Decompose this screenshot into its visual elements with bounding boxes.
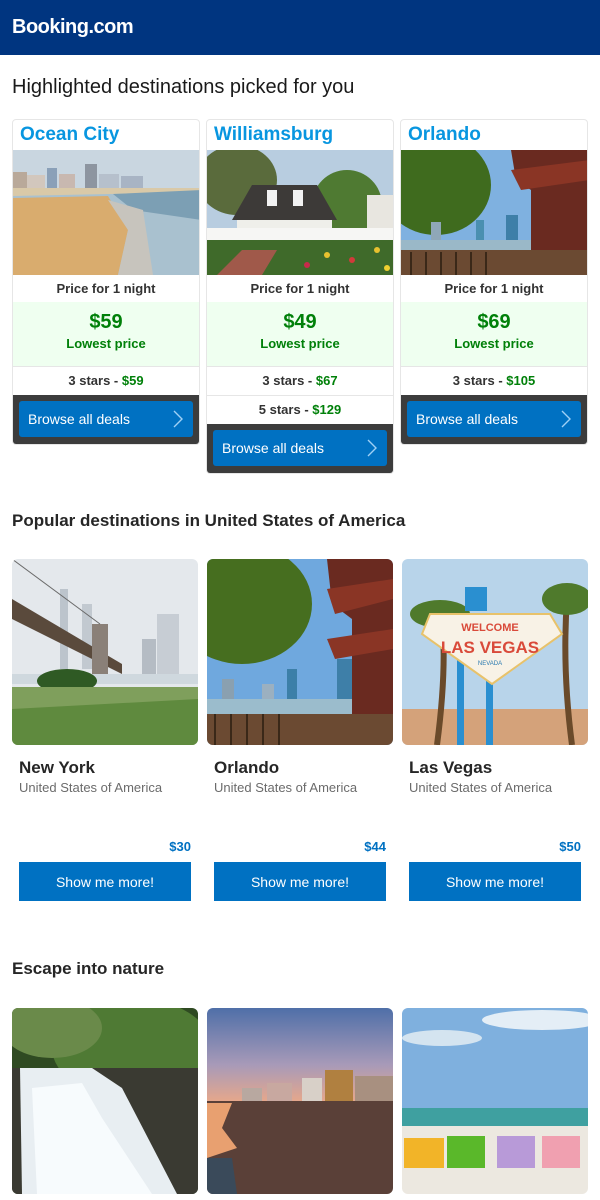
popular-destination-card[interactable]: WELCOME LAS VEGAS NEVADA Las Vegas Unite…: [402, 559, 588, 901]
cta-container: Browse all deals: [13, 395, 199, 444]
price-label: Price for 1 night: [56, 281, 156, 296]
popular-destination-card[interactable]: Orlando United States of America $44 Sho…: [207, 559, 393, 901]
brooklyn-bridge-photo[interactable]: [12, 559, 198, 745]
price-label: Price for 1 night: [250, 281, 350, 296]
welcome-las-vegas-sign-photo[interactable]: WELCOME LAS VEGAS NEVADA: [402, 559, 588, 745]
show-me-more-button[interactable]: Show me more!: [19, 862, 191, 901]
destination-price: $30: [169, 839, 191, 854]
lowest-price-box: $59 Lowest price: [13, 302, 199, 366]
highlighted-card[interactable]: Williamsburg Price for 1 night $49 Lowes…: [206, 119, 394, 474]
star-tier-row[interactable]: 3 stars - $67: [207, 366, 393, 395]
highlighted-card[interactable]: Orlando Price for 1 night $69 Lowest pri…: [400, 119, 588, 445]
chevron-right-icon: [367, 439, 377, 457]
lake-pagoda-skyline-photo[interactable]: [401, 150, 587, 275]
beach-boardwalk-photo[interactable]: [13, 150, 199, 275]
star-tier-label: 3 stars -: [452, 373, 503, 388]
star-tier-row[interactable]: 3 stars - $59: [13, 366, 199, 395]
star-tier-price: $67: [315, 373, 338, 388]
nature-images: [0, 1008, 600, 1194]
star-tier-row[interactable]: 3 stars - $105: [401, 366, 587, 395]
colonial-house-garden-photo[interactable]: [207, 150, 393, 275]
lowest-price-amount: $49: [283, 311, 317, 333]
lake-pagoda-skyline-photo[interactable]: [207, 559, 393, 745]
nature-section-title: Escape into nature: [12, 959, 165, 978]
chevron-right-icon: [173, 410, 183, 428]
destination-price: $44: [364, 839, 386, 854]
lowest-price-label: Lowest price: [260, 336, 340, 351]
booking-logo[interactable]: Booking.com: [12, 16, 134, 39]
star-tier-label: 3 stars -: [262, 373, 313, 388]
star-tier-row[interactable]: 5 stars - $129: [207, 395, 393, 424]
waterfall-forest-photo[interactable]: [12, 1008, 198, 1194]
svg-text:WELCOME: WELCOME: [461, 622, 518, 634]
destination-country: United States of America: [19, 780, 163, 795]
price-label: Price for 1 night: [444, 281, 544, 296]
highlighted-cards: Ocean City Price for 1 night $59 Lowest …: [0, 119, 600, 474]
show-me-more-button[interactable]: Show me more!: [409, 862, 581, 901]
popular-cards: New York United States of America $30 Sh…: [0, 559, 600, 901]
cta-container: Browse all deals: [401, 395, 587, 444]
header-bar: Booking.com: [0, 0, 600, 55]
chevron-right-icon: [561, 410, 571, 428]
show-me-more-button[interactable]: Show me more!: [214, 862, 386, 901]
destination-name[interactable]: Orlando: [401, 120, 587, 150]
star-tier-price: $105: [506, 373, 536, 388]
beach-adirondack-chairs-photo[interactable]: [402, 1008, 588, 1194]
destination-name[interactable]: New York: [19, 758, 198, 778]
highlighted-card[interactable]: Ocean City Price for 1 night $59 Lowest …: [12, 119, 200, 445]
button-label: Browse all deals: [222, 440, 324, 456]
lowest-price-label: Lowest price: [454, 336, 534, 351]
svg-text:NEVADA: NEVADA: [478, 661, 502, 667]
destination-country: United States of America: [409, 780, 553, 795]
lowest-price-amount: $59: [89, 311, 123, 333]
lowest-price-box: $49 Lowest price: [207, 302, 393, 366]
destination-price: $50: [559, 839, 581, 854]
star-tier-price: $59: [121, 373, 144, 388]
popular-section-title: Popular destinations in United States of…: [12, 511, 406, 530]
destination-name[interactable]: Orlando: [214, 758, 393, 778]
browse-all-deals-button[interactable]: Browse all deals: [407, 401, 581, 437]
destination-name[interactable]: Las Vegas: [409, 758, 588, 778]
sunset-beach-hotels-photo[interactable]: [207, 1008, 393, 1194]
button-label: Browse all deals: [28, 411, 130, 427]
destination-name[interactable]: Ocean City: [13, 120, 199, 150]
browse-all-deals-button[interactable]: Browse all deals: [19, 401, 193, 437]
star-tier-price: $129: [312, 402, 342, 417]
svg-text:LAS VEGAS: LAS VEGAS: [441, 638, 539, 657]
star-tier-label: 5 stars -: [258, 402, 309, 417]
star-tier-label: 3 stars -: [68, 373, 119, 388]
browse-all-deals-button[interactable]: Browse all deals: [213, 430, 387, 466]
lowest-price-amount: $69: [477, 311, 511, 333]
popular-destination-card[interactable]: New York United States of America $30 Sh…: [12, 559, 198, 901]
lowest-price-box: $69 Lowest price: [401, 302, 587, 366]
lowest-price-label: Lowest price: [66, 336, 146, 351]
button-label: Browse all deals: [416, 411, 518, 427]
cta-container: Browse all deals: [207, 424, 393, 473]
highlighted-section-title: Highlighted destinations picked for you: [12, 76, 355, 98]
destination-country: United States of America: [214, 780, 358, 795]
destination-name[interactable]: Williamsburg: [207, 120, 393, 150]
